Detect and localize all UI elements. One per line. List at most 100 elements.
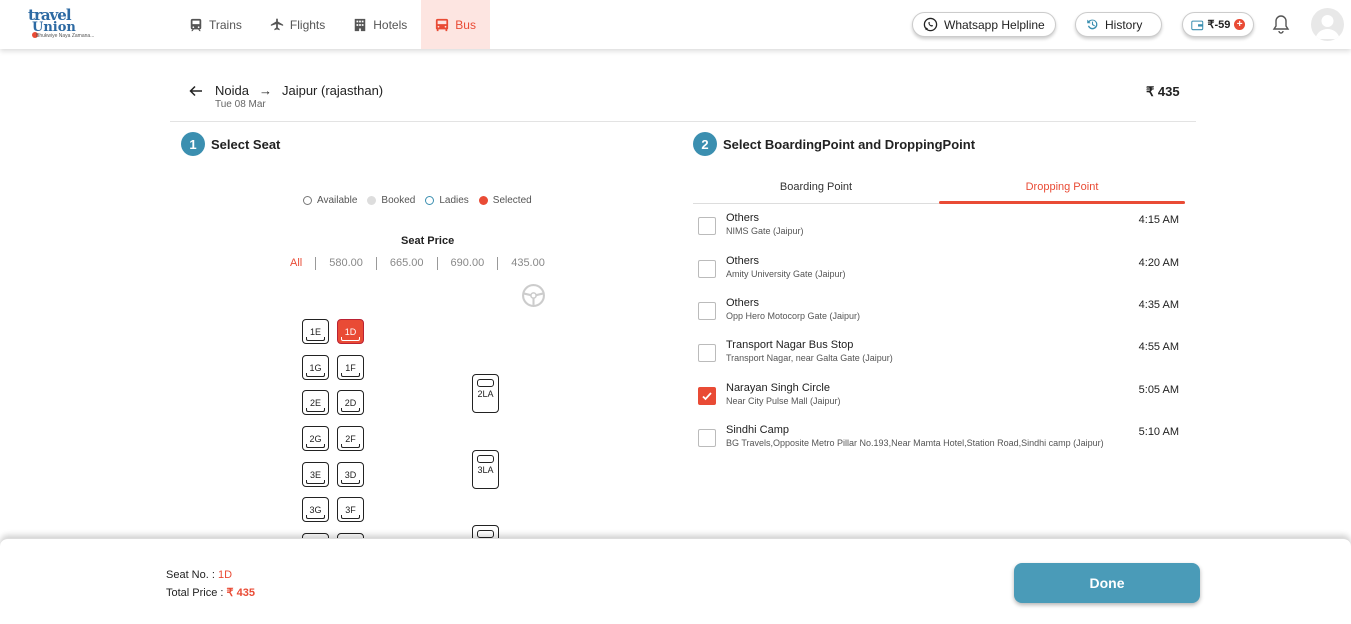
available-dot-icon bbox=[303, 196, 312, 205]
dropping-point-address: Near City Pulse Mall (Jaipur) bbox=[726, 396, 841, 406]
route-arrow-icon: → bbox=[258, 83, 272, 98]
dropping-point-checkbox[interactable] bbox=[698, 429, 716, 447]
step-select-seat: 1 Select Seat bbox=[181, 132, 280, 156]
seat-1D[interactable]: 1D bbox=[337, 319, 364, 344]
back-arrow-icon[interactable] bbox=[189, 84, 203, 98]
top-navbar: travel Union Bhukwiye Naya Zamana... Tra… bbox=[0, 0, 1351, 49]
list-item[interactable]: Sindhi Camp BG Travels,Opposite Metro Pi… bbox=[693, 424, 1185, 474]
legend-booked-label: Booked bbox=[381, 195, 416, 206]
legend-selected: Selected bbox=[478, 195, 532, 206]
total-price-summary: Total Price : ₹ 435 bbox=[166, 586, 255, 599]
seat-2D[interactable]: 2D bbox=[337, 390, 364, 415]
dropping-point-address: BG Travels,Opposite Metro Pillar No.193,… bbox=[726, 438, 1104, 448]
dropping-point-time: 4:35 AM bbox=[1138, 299, 1179, 311]
dropping-point-time: 5:05 AM bbox=[1138, 384, 1179, 396]
total-price-value: ₹ 435 bbox=[226, 587, 255, 599]
step-boarding-dropping: 2 Select BoardingPoint and DroppingPoint bbox=[693, 132, 975, 156]
dropping-point-name: Others bbox=[726, 297, 760, 309]
tab-dropping-point[interactable]: Dropping Point bbox=[939, 170, 1185, 204]
price-filter-665[interactable]: 665.00 bbox=[375, 257, 437, 270]
dropping-point-time: 4:20 AM bbox=[1138, 257, 1179, 269]
nav-trains-label: Trains bbox=[209, 17, 242, 32]
seat-legend: Available Booked Ladies Selected bbox=[303, 195, 532, 206]
dropping-point-checkbox[interactable] bbox=[698, 344, 716, 362]
seat-1G[interactable]: 1G bbox=[302, 355, 329, 380]
dropping-point-list: Others NIMS Gate (Jaipur) 4:15 AM Others… bbox=[693, 212, 1185, 474]
dropping-point-address: NIMS Gate (Jaipur) bbox=[726, 226, 804, 236]
nav-flights-label: Flights bbox=[289, 17, 326, 32]
list-item[interactable]: Others Opp Hero Motocorp Gate (Jaipur) 4… bbox=[693, 297, 1185, 339]
main-nav: Trains Flights Hotels Bus bbox=[175, 0, 490, 49]
list-item[interactable]: Transport Nagar Bus Stop Transport Nagar… bbox=[693, 339, 1185, 382]
route-from: Noida bbox=[215, 83, 249, 98]
nav-hotels[interactable]: Hotels bbox=[339, 0, 421, 49]
list-item[interactable]: Narayan Singh Circle Near City Pulse Mal… bbox=[693, 382, 1185, 424]
train-icon bbox=[190, 18, 202, 31]
logo-tagline: Bhukwiye Naya Zamana... bbox=[36, 33, 95, 39]
dropping-point-checkbox[interactable] bbox=[698, 387, 716, 405]
dropping-point-checkbox[interactable] bbox=[698, 260, 716, 278]
seat-price-filters: All 580.00 665.00 690.00 435.00 bbox=[290, 257, 558, 270]
seat-2F[interactable]: 2F bbox=[337, 426, 364, 451]
dropping-point-address: Transport Nagar, near Galta Gate (Jaipur… bbox=[726, 353, 893, 363]
notification-bell-icon[interactable] bbox=[1272, 14, 1290, 34]
history-icon bbox=[1087, 19, 1098, 30]
bus-icon bbox=[436, 18, 449, 31]
dropping-point-checkbox[interactable] bbox=[698, 217, 716, 235]
user-avatar[interactable] bbox=[1311, 8, 1344, 41]
nav-trains[interactable]: Trains bbox=[175, 0, 256, 49]
seat-1F[interactable]: 1F bbox=[337, 355, 364, 380]
ladies-dot-icon bbox=[425, 196, 435, 205]
route-title: Noida → Jaipur (rajasthan) bbox=[215, 83, 383, 98]
wallet-button[interactable]: ₹-59 + bbox=[1182, 12, 1254, 37]
dropping-point-time: 5:10 AM bbox=[1138, 426, 1179, 438]
legend-available-label: Available bbox=[317, 195, 358, 206]
seat-1E[interactable]: 1E bbox=[302, 319, 329, 344]
price-filter-435[interactable]: 435.00 bbox=[497, 257, 558, 270]
dropping-point-checkbox[interactable] bbox=[698, 302, 716, 320]
dropping-point-name: Others bbox=[726, 255, 760, 267]
seat-no-label: Seat No. : bbox=[166, 569, 215, 581]
history-label: History bbox=[1105, 17, 1143, 32]
journey-date: Tue 08 Mar bbox=[215, 99, 266, 110]
price-filter-690[interactable]: 690.00 bbox=[436, 257, 498, 270]
nav-flights[interactable]: Flights bbox=[256, 0, 339, 49]
seat-3F[interactable]: 3F bbox=[337, 497, 364, 522]
list-item[interactable]: Others Amity University Gate (Jaipur) 4:… bbox=[693, 255, 1185, 297]
whatsapp-helpline-button[interactable]: Whatsapp Helpline bbox=[912, 12, 1056, 37]
sleeper-2LA[interactable]: 2LA bbox=[472, 374, 499, 413]
done-button[interactable]: Done bbox=[1014, 563, 1200, 603]
seat-2E[interactable]: 2E bbox=[302, 390, 329, 415]
seat-3D[interactable]: 3D bbox=[337, 462, 364, 487]
sleeper-3LA[interactable]: 3LA bbox=[472, 450, 499, 489]
travel-union-logo[interactable]: travel Union Bhukwiye Naya Zamana... bbox=[28, 6, 94, 42]
step-2-number: 2 bbox=[693, 132, 717, 156]
point-tabs: Boarding Point Dropping Point bbox=[693, 170, 1185, 204]
booking-summary-bar: Seat No. : 1D Total Price : ₹ 435 Done bbox=[0, 538, 1351, 624]
booked-dot-icon bbox=[367, 196, 377, 205]
selected-dot-icon bbox=[478, 196, 488, 205]
dropping-point-time: 4:15 AM bbox=[1138, 214, 1179, 226]
whatsapp-helpline-label: Whatsapp Helpline bbox=[944, 17, 1045, 32]
seat-3E[interactable]: 3E bbox=[302, 462, 329, 487]
price-filter-all[interactable]: All bbox=[290, 257, 315, 270]
dropping-point-name: Narayan Singh Circle bbox=[726, 382, 830, 394]
dropping-point-address: Opp Hero Motocorp Gate (Jaipur) bbox=[726, 311, 861, 321]
list-item[interactable]: Others NIMS Gate (Jaipur) 4:15 AM bbox=[693, 212, 1185, 255]
seat-2G[interactable]: 2G bbox=[302, 426, 329, 451]
history-button[interactable]: History bbox=[1075, 12, 1162, 37]
legend-booked: Booked bbox=[367, 195, 415, 206]
nav-hotels-label: Hotels bbox=[373, 17, 408, 32]
legend-ladies-label: Ladies bbox=[439, 195, 469, 206]
tab-boarding-point[interactable]: Boarding Point bbox=[693, 170, 939, 203]
nav-bus[interactable]: Bus bbox=[421, 0, 490, 49]
step-1-label: Select Seat bbox=[211, 136, 281, 152]
dropping-point-name: Transport Nagar Bus Stop bbox=[726, 339, 854, 351]
legend-ladies: Ladies bbox=[425, 195, 469, 206]
dropping-point-name: Sindhi Camp bbox=[726, 424, 789, 436]
price-filter-580[interactable]: 580.00 bbox=[315, 257, 376, 270]
add-money-icon[interactable]: + bbox=[1234, 19, 1245, 30]
user-icon bbox=[1315, 15, 1340, 39]
seat-3G[interactable]: 3G bbox=[302, 497, 329, 522]
plane-icon bbox=[270, 17, 284, 30]
